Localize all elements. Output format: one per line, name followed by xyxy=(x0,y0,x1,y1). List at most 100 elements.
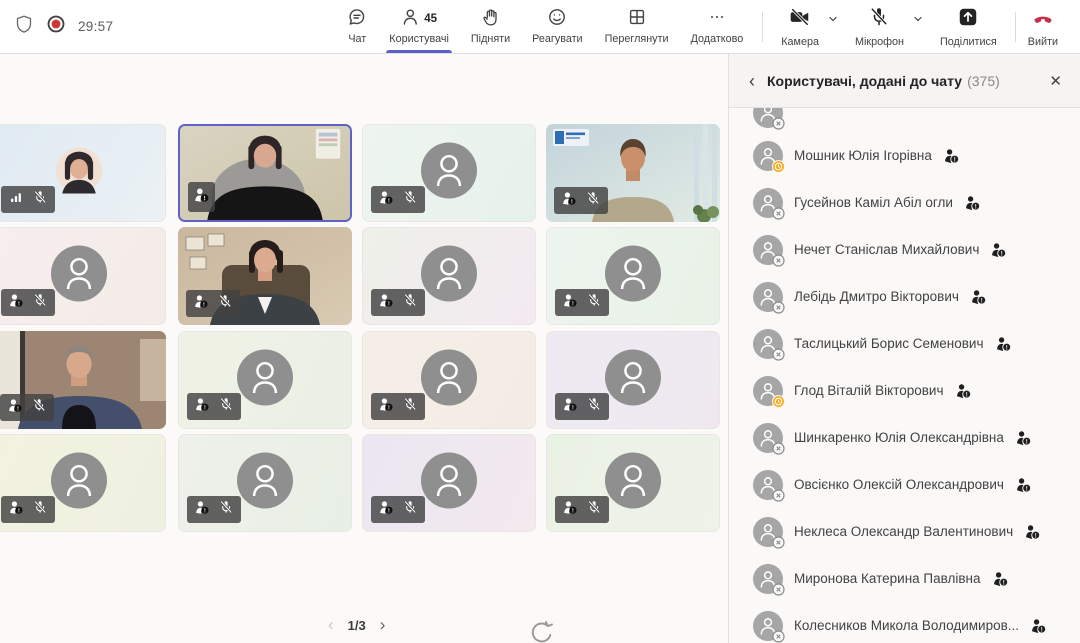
microphone-button[interactable]: Мікрофон xyxy=(845,0,930,53)
attendee-person-badge-icon xyxy=(563,500,577,519)
participant-tile[interactable] xyxy=(546,227,720,325)
close-icon[interactable]: ✕ xyxy=(1049,72,1062,90)
participant-tile[interactable] xyxy=(362,331,536,429)
person-placeholder-icon xyxy=(421,453,477,514)
microphone-chevron-down-icon[interactable] xyxy=(911,12,925,31)
attendee-person-badge-icon xyxy=(379,293,393,312)
list-item[interactable]: Неклеса Олександр Валентинович xyxy=(729,508,1080,555)
mic-muted-icon xyxy=(403,500,417,519)
participant-tile[interactable] xyxy=(546,434,720,532)
share-button[interactable]: Поділитися xyxy=(930,0,1007,53)
tile-status-pill xyxy=(188,182,215,212)
list-item[interactable]: Мошник Юлія Ігорівна xyxy=(729,132,1080,179)
tab-more[interactable]: Додатково xyxy=(680,0,755,53)
mic-muted-icon xyxy=(403,397,417,416)
attendee-role-icon xyxy=(1031,618,1046,633)
mic-muted-icon xyxy=(218,294,232,313)
tile-status-pill xyxy=(186,290,240,317)
person-placeholder-icon xyxy=(605,246,661,307)
record-icon xyxy=(46,14,66,39)
mic-muted-icon xyxy=(33,293,47,312)
attendee-person-badge-icon xyxy=(195,500,209,519)
tile-status-pill xyxy=(554,187,608,214)
list-item[interactable]: Глод Віталій Вікторович xyxy=(729,367,1080,414)
camera-button[interactable]: Камера xyxy=(771,0,845,53)
participant-tile[interactable] xyxy=(0,227,166,325)
person-placeholder-icon xyxy=(237,350,293,411)
camera-chevron-down-icon[interactable] xyxy=(826,12,840,31)
participant-tile[interactable] xyxy=(0,124,166,222)
back-chevron-icon[interactable]: ‹ xyxy=(749,72,755,90)
active-speaker-tile[interactable] xyxy=(178,124,352,222)
mic-muted-icon xyxy=(587,293,601,312)
status-offline-icon xyxy=(772,489,785,502)
list-item[interactable]: Гусейнов Каміл Абіл огли xyxy=(729,179,1080,226)
mic-muted-icon xyxy=(586,191,600,210)
participant-tile[interactable] xyxy=(546,124,720,222)
tab-participants[interactable]: 45 Користувачі xyxy=(378,0,460,53)
page-next-button[interactable]: › xyxy=(380,615,386,635)
leave-button[interactable]: Вийти xyxy=(1024,0,1066,53)
attendee-person-badge-icon xyxy=(562,191,576,210)
participant-count-badge: 45 xyxy=(424,13,437,25)
mic-muted-icon xyxy=(587,500,601,519)
participant-tile[interactable] xyxy=(178,331,352,429)
person-placeholder-icon xyxy=(237,453,293,514)
attendee-role-icon xyxy=(971,289,986,304)
tab-chat[interactable]: Чат xyxy=(336,0,378,53)
list-item[interactable]: Лебідь Дмитро Вікторович xyxy=(729,273,1080,320)
participant-tile[interactable] xyxy=(178,434,352,532)
attendee-person-badge-icon xyxy=(379,190,393,209)
mic-muted-icon xyxy=(587,397,601,416)
list-item[interactable]: Таслицький Борис Семенович xyxy=(729,320,1080,367)
raise-hand-icon xyxy=(481,7,501,32)
status-offline-icon xyxy=(772,536,785,549)
list-item[interactable]: Овсієнко Олексій Олександрович xyxy=(729,461,1080,508)
attendee-person-badge-icon xyxy=(9,293,23,312)
attendee-role-icon xyxy=(1016,477,1031,492)
tile-status-pill xyxy=(1,186,55,213)
participant-tile[interactable] xyxy=(0,331,166,429)
tile-status-pill xyxy=(555,496,609,523)
list-item[interactable]: Миронова Катерина Павлівна xyxy=(729,555,1080,602)
tab-view[interactable]: Переглянути xyxy=(594,0,680,53)
mic-off-icon xyxy=(868,6,890,33)
participants-list[interactable]: Мошник Юлія Ігорівна Гусейнов Каміл Абіл… xyxy=(729,108,1080,643)
list-item[interactable]: Нечет Станіслав Михайлович xyxy=(729,226,1080,273)
participant-name: Лебідь Дмитро Вікторович xyxy=(794,289,959,304)
mic-muted-icon xyxy=(403,190,417,209)
tab-react[interactable]: Реагувати xyxy=(521,0,593,53)
toolbar-tabs: Чат 45 Користувачі Підняти Реагувати xyxy=(336,0,1066,53)
attendee-role-icon xyxy=(944,148,959,163)
attendee-person-badge-icon xyxy=(194,294,208,313)
tab-raise-hand[interactable]: Підняти xyxy=(460,0,521,53)
participant-tile[interactable] xyxy=(178,227,352,325)
list-item[interactable]: Шинкаренко Юлія Олександрівна xyxy=(729,414,1080,461)
participant-tile[interactable] xyxy=(546,331,720,429)
participant-tile[interactable] xyxy=(362,124,536,222)
participant-tile[interactable] xyxy=(362,434,536,532)
list-item[interactable]: Колесников Микола Володимиров... xyxy=(729,602,1080,643)
status-offline-icon xyxy=(772,117,785,130)
attendee-person-badge-icon xyxy=(9,500,23,519)
participant-tile[interactable] xyxy=(362,227,536,325)
grid-pagination: ‹ 1/3 › xyxy=(328,615,385,635)
participant-name: Таслицький Борис Семенович xyxy=(794,336,984,351)
participant-tile[interactable] xyxy=(0,434,166,532)
grid-view-icon xyxy=(627,7,647,32)
person-placeholder-icon xyxy=(51,246,107,307)
people-icon xyxy=(401,7,421,32)
refresh-view-icon[interactable] xyxy=(528,620,555,643)
status-away-icon xyxy=(772,395,785,408)
person-placeholder-icon xyxy=(605,453,661,514)
attendee-person-badge-icon xyxy=(379,500,393,519)
list-item[interactable] xyxy=(729,108,1080,132)
attendee-person-badge-icon xyxy=(379,397,393,416)
video-stage: ‹ 1/3 › xyxy=(0,54,728,643)
status-away-icon xyxy=(772,160,785,173)
attendee-person-badge-icon xyxy=(195,397,209,416)
camera-off-icon xyxy=(789,6,811,33)
share-screen-icon xyxy=(957,6,979,33)
toolbar-divider xyxy=(762,12,763,42)
page-prev-button[interactable]: ‹ xyxy=(328,615,334,635)
